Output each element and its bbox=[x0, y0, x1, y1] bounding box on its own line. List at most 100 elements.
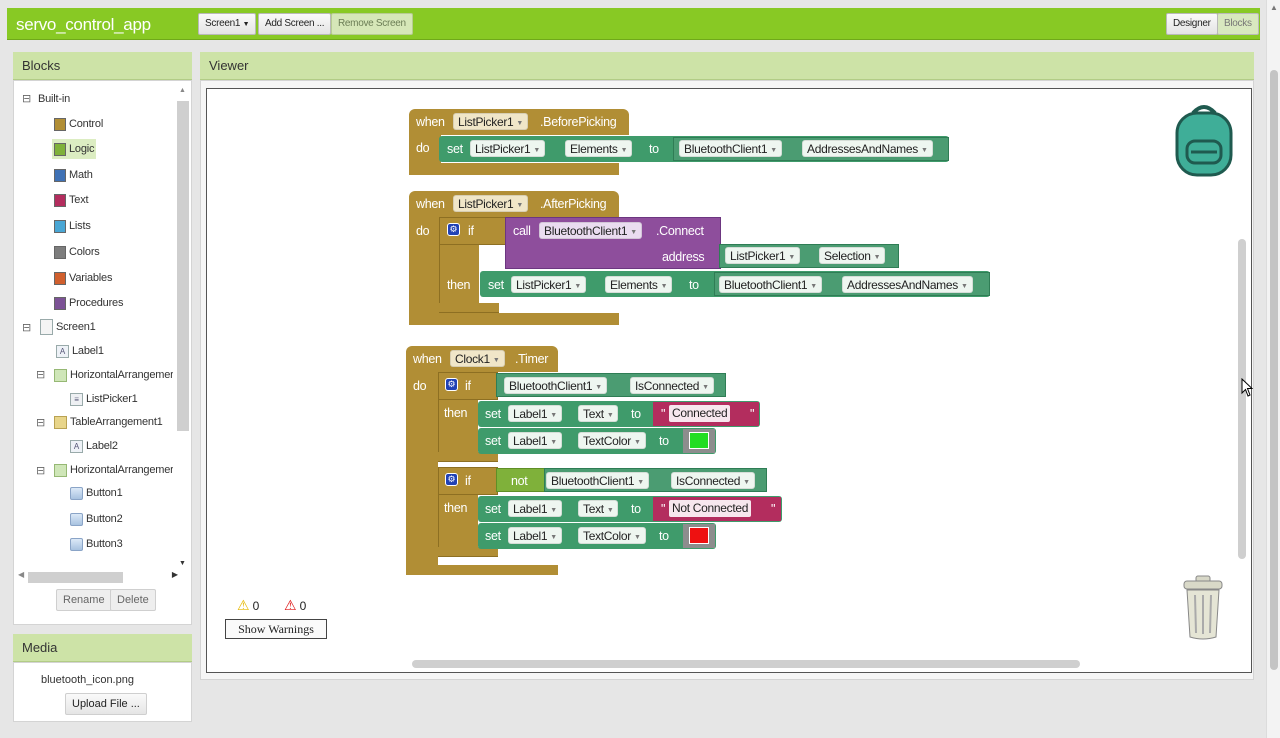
component-dropdown[interactable]: ListPicker1 ▼ bbox=[470, 140, 546, 157]
backpack-icon[interactable] bbox=[1173, 103, 1235, 179]
component-listpicker1[interactable]: ≡ ListPicker1 bbox=[70, 389, 138, 409]
trash-icon[interactable] bbox=[1181, 575, 1225, 641]
component-dropdown[interactable]: ListPicker1 ▼ bbox=[725, 247, 801, 264]
property-dropdown[interactable]: AddressesAndNames ▼ bbox=[842, 276, 973, 293]
scroll-up-icon[interactable]: ▲ bbox=[179, 87, 186, 94]
dropdown-label: ListPicker1 bbox=[458, 115, 514, 129]
component-dropdown[interactable]: ListPicker1 ▼ bbox=[453, 195, 529, 212]
component-dropdown[interactable]: BluetoothClient1 ▼ bbox=[504, 377, 607, 394]
dropdown-label: ListPicker1 bbox=[475, 142, 531, 156]
builtin-lists[interactable]: Lists bbox=[54, 216, 91, 236]
block-keyword-call: call bbox=[513, 224, 531, 238]
gear-icon[interactable]: ⚙ bbox=[447, 223, 460, 236]
builtin-variables[interactable]: Variables bbox=[54, 268, 112, 288]
quote-mark: " bbox=[750, 407, 755, 421]
event-block-bottom bbox=[409, 163, 619, 175]
tree-vertical-scrollbar[interactable]: ▲ ▼ bbox=[177, 87, 189, 567]
control-swatch-icon bbox=[54, 117, 66, 131]
builtin-math[interactable]: Math bbox=[54, 165, 93, 185]
workspace-horizontal-scrollbar[interactable] bbox=[412, 660, 1080, 668]
add-screen-button[interactable]: Add Screen ... bbox=[258, 13, 332, 35]
window-scroll-thumb[interactable] bbox=[1270, 70, 1278, 670]
error-count: 0 bbox=[299, 598, 307, 613]
delete-button[interactable]: Delete bbox=[110, 589, 156, 611]
component-label1[interactable]: A Label1 bbox=[56, 341, 104, 361]
component-horizontal2[interactable]: HorizontalArrangemer bbox=[54, 460, 173, 480]
upload-file-button[interactable]: Upload File ... bbox=[65, 693, 147, 715]
builtin-procedures[interactable]: Procedures bbox=[54, 293, 123, 313]
green-color-swatch[interactable] bbox=[689, 432, 709, 449]
component-dropdown[interactable]: Clock1 ▼ bbox=[450, 350, 505, 367]
property-dropdown[interactable]: IsConnected ▼ bbox=[671, 472, 755, 489]
rename-button[interactable]: Rename bbox=[56, 589, 112, 611]
blocks-button[interactable]: Blocks bbox=[1217, 13, 1259, 35]
text-value[interactable]: Not Connected bbox=[669, 500, 752, 517]
tree-scroll-thumb[interactable] bbox=[177, 101, 189, 431]
component-table1[interactable]: TableArrangement1 bbox=[54, 412, 163, 432]
collapse-icon[interactable]: ⊟ bbox=[36, 464, 45, 477]
builtin-text[interactable]: Text bbox=[54, 190, 89, 210]
window-scrollbar[interactable]: ▲ bbox=[1266, 0, 1280, 738]
dropdown-label: ListPicker1 bbox=[730, 249, 786, 263]
property-dropdown[interactable]: TextColor ▼ bbox=[578, 432, 646, 449]
component-horizontal1[interactable]: HorizontalArrangemer bbox=[54, 365, 173, 385]
scroll-right-icon[interactable]: ▶ bbox=[172, 570, 178, 579]
component-button1[interactable]: Button1 bbox=[70, 483, 123, 503]
builtin-control[interactable]: Control bbox=[54, 114, 103, 134]
property-dropdown[interactable]: IsConnected ▼ bbox=[630, 377, 714, 394]
scroll-down-icon[interactable]: ▼ bbox=[179, 560, 186, 567]
scroll-up-icon[interactable]: ▲ bbox=[1270, 3, 1278, 12]
scroll-left-icon[interactable]: ◀ bbox=[18, 570, 24, 579]
tree-builtin[interactable]: Built-in bbox=[38, 89, 70, 109]
blocks-workspace[interactable]: when ListPicker1 ▼ .BeforePicking do set … bbox=[206, 88, 1252, 673]
tree-screen1[interactable]: Screen1 bbox=[40, 317, 96, 337]
screen-select-dropdown[interactable]: Screen1 ▼ bbox=[198, 13, 257, 35]
component-dropdown[interactable]: Label1 ▼ bbox=[508, 500, 562, 517]
tree-horizontal-scrollbar[interactable]: ◀ ▶ bbox=[18, 570, 178, 584]
text-value[interactable]: Connected bbox=[669, 405, 731, 422]
dropdown-label: Elements bbox=[570, 142, 618, 156]
block-keyword-set: set bbox=[485, 502, 501, 516]
component-dropdown[interactable]: BluetoothClient1 ▼ bbox=[719, 276, 822, 293]
property-dropdown[interactable]: Selection ▼ bbox=[819, 247, 886, 264]
builtin-colors[interactable]: Colors bbox=[54, 242, 100, 262]
workspace-vertical-scrollbar[interactable] bbox=[1238, 239, 1246, 559]
media-file[interactable]: bluetooth_icon.png bbox=[41, 674, 134, 686]
collapse-icon[interactable]: ⊟ bbox=[36, 368, 45, 381]
component-button3[interactable]: Button3 bbox=[70, 534, 123, 554]
dropdown-arrow-icon: ▼ bbox=[788, 254, 796, 261]
collapse-icon[interactable]: ⊟ bbox=[36, 416, 45, 429]
block-keyword-then: then bbox=[444, 406, 468, 420]
component-dropdown[interactable]: Label1 ▼ bbox=[508, 432, 562, 449]
property-dropdown[interactable]: Elements ▼ bbox=[565, 140, 633, 157]
component-dropdown[interactable]: BluetoothClient1 ▼ bbox=[546, 472, 649, 489]
collapse-icon[interactable]: ⊟ bbox=[22, 321, 31, 334]
component-dropdown[interactable]: ListPicker1 ▼ bbox=[453, 113, 529, 130]
dropdown-arrow-icon: ▼ bbox=[550, 439, 557, 446]
property-dropdown[interactable]: AddressesAndNames ▼ bbox=[802, 140, 933, 157]
gear-icon[interactable]: ⚙ bbox=[445, 473, 458, 486]
component-button2[interactable]: Button2 bbox=[70, 509, 123, 529]
component-dropdown[interactable]: BluetoothClient1 ▼ bbox=[539, 222, 642, 239]
property-dropdown[interactable]: TextColor ▼ bbox=[578, 527, 646, 544]
show-warnings-button[interactable]: Show Warnings bbox=[225, 619, 327, 639]
if-block-body bbox=[439, 245, 479, 305]
collapse-icon[interactable]: ⊟ bbox=[22, 92, 31, 105]
component-dropdown[interactable]: BluetoothClient1 ▼ bbox=[679, 140, 782, 157]
component-dropdown[interactable]: Label1 ▼ bbox=[508, 527, 562, 544]
tree-hscroll-thumb[interactable] bbox=[28, 572, 123, 583]
component-label2[interactable]: A Label2 bbox=[70, 436, 118, 456]
property-dropdown[interactable]: Text ▼ bbox=[578, 405, 619, 422]
component-dropdown[interactable]: ListPicker1 ▼ bbox=[511, 276, 587, 293]
property-dropdown[interactable]: Elements ▼ bbox=[605, 276, 673, 293]
red-color-swatch[interactable] bbox=[689, 527, 709, 544]
if-block-bottom bbox=[439, 303, 499, 313]
gear-icon[interactable]: ⚙ bbox=[445, 378, 458, 391]
error-indicator: ⚠ 0 bbox=[284, 597, 306, 614]
block-keyword-set: set bbox=[485, 407, 501, 421]
remove-screen-button[interactable]: Remove Screen bbox=[331, 13, 413, 35]
builtin-logic[interactable]: Logic bbox=[52, 139, 97, 159]
designer-button[interactable]: Designer bbox=[1166, 13, 1218, 35]
property-dropdown[interactable]: Text ▼ bbox=[578, 500, 619, 517]
component-dropdown[interactable]: Label1 ▼ bbox=[508, 405, 562, 422]
